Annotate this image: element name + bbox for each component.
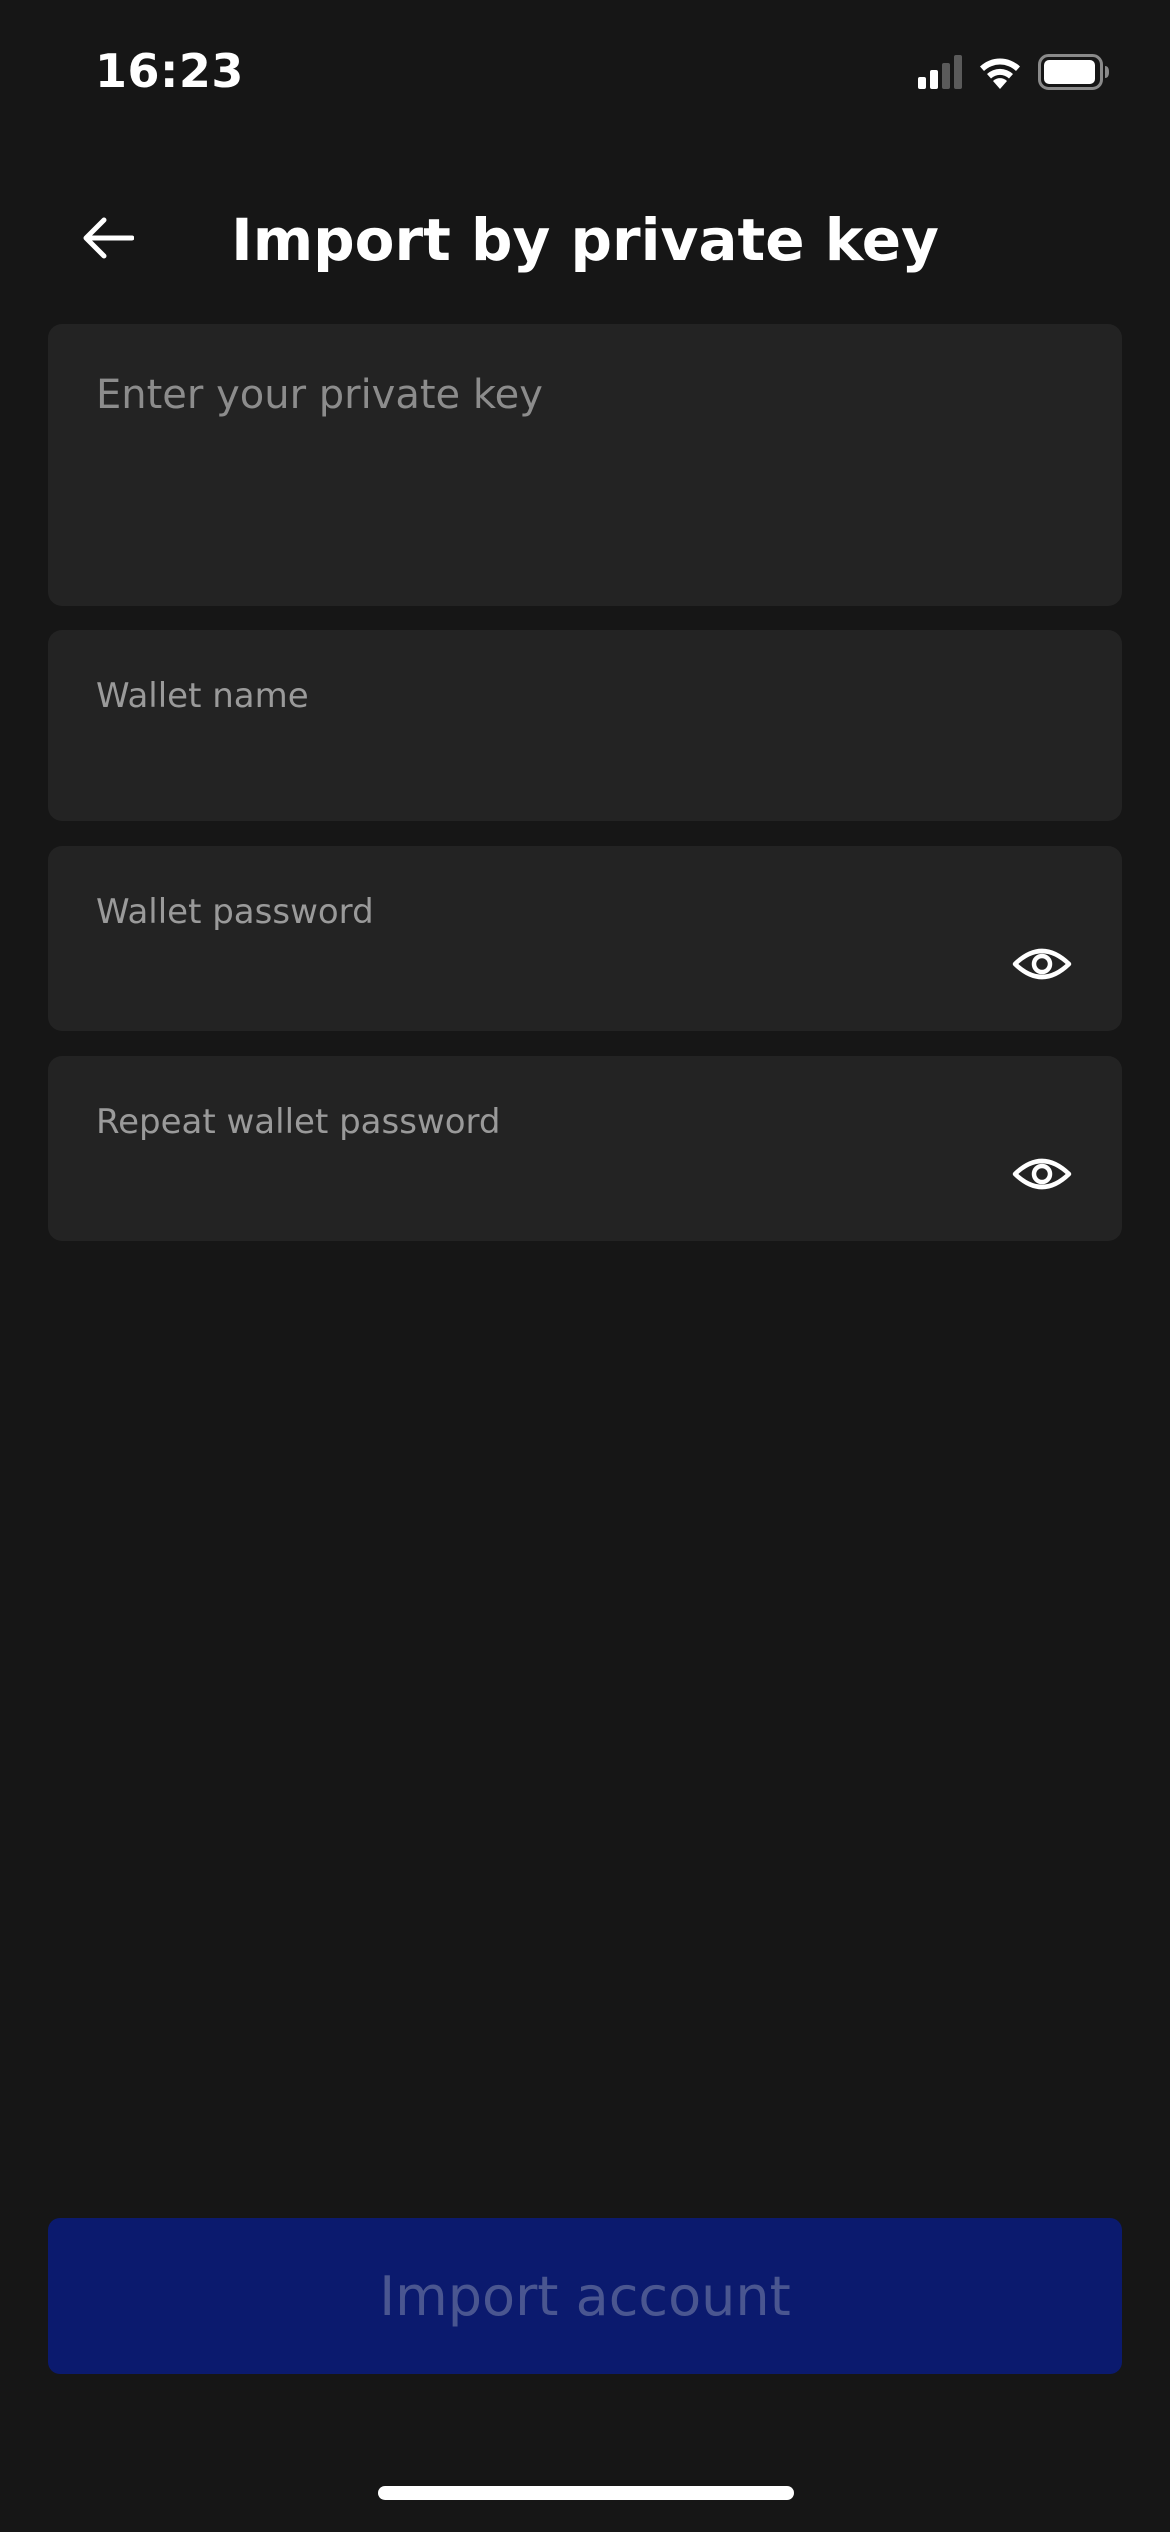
import-account-button[interactable]: Import account (48, 2218, 1122, 2374)
wallet-name-label: Wallet name (96, 676, 309, 716)
show-repeat-password-toggle[interactable] (1010, 1152, 1074, 1200)
eye-icon (1012, 944, 1072, 988)
eye-icon (1012, 1154, 1072, 1198)
wallet-password-input[interactable] (96, 945, 982, 997)
status-icons (918, 52, 1110, 92)
wallet-password-field[interactable]: Wallet password (48, 846, 1122, 1031)
show-password-toggle[interactable] (1010, 942, 1074, 990)
battery-icon (1038, 54, 1110, 90)
wallet-password-label: Wallet password (96, 892, 374, 932)
page-title: Import by private key (231, 206, 939, 274)
header: Import by private key (0, 190, 1170, 290)
status-time: 16:23 (95, 44, 244, 98)
wallet-name-field[interactable]: Wallet name (48, 630, 1122, 821)
home-indicator[interactable] (378, 2486, 794, 2500)
wifi-icon (978, 55, 1022, 89)
repeat-password-input[interactable] (96, 1155, 982, 1207)
repeat-password-field[interactable]: Repeat wallet password (48, 1056, 1122, 1241)
repeat-password-label: Repeat wallet password (96, 1102, 501, 1142)
private-key-input[interactable] (96, 372, 1074, 576)
wallet-name-input[interactable] (96, 735, 1074, 787)
private-key-field[interactable] (48, 324, 1122, 606)
signal-icon (918, 55, 962, 89)
status-bar: 16:23 (0, 0, 1170, 150)
